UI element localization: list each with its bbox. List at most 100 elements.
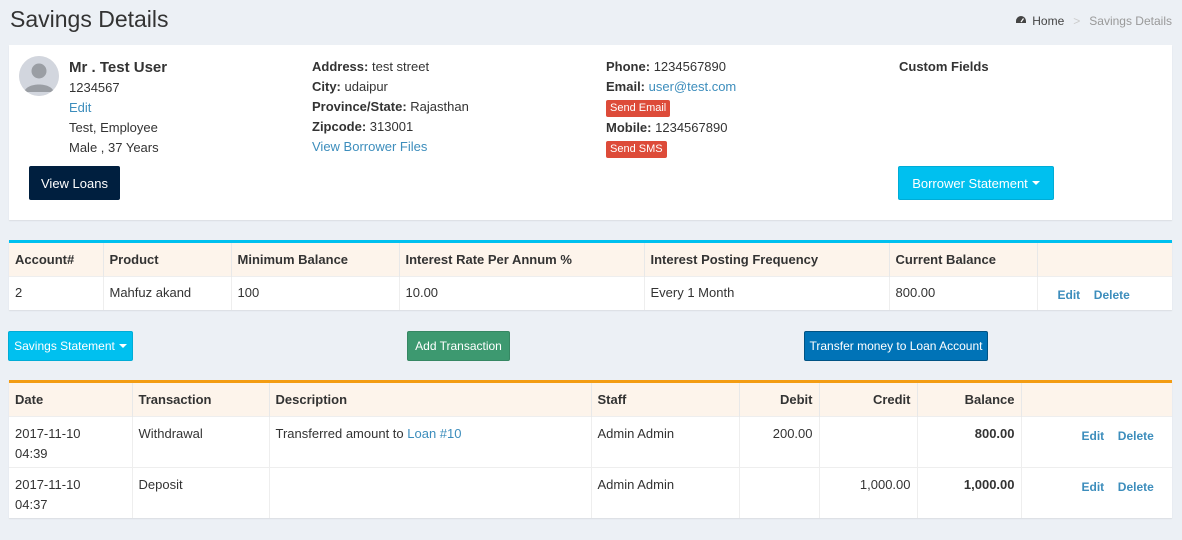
edit-transaction-link[interactable]: Edit (1082, 480, 1105, 494)
send-email-button[interactable]: Send Email (606, 100, 671, 117)
column-header: Current Balance (889, 243, 1038, 276)
breadcrumb-home-label: Home (1032, 14, 1065, 28)
view-loans-button[interactable]: View Loans (29, 166, 120, 200)
column-header-description: Description (269, 383, 592, 416)
column-header-date: Date (9, 383, 133, 416)
table-header-row: Date Transaction Description Staff Debit… (9, 383, 1172, 416)
borrower-statement-button[interactable]: Borrower Statement (898, 166, 1054, 200)
caret-down-icon (118, 344, 127, 348)
custom-fields-label: Custom Fields (899, 59, 989, 74)
borrower-statement-label: Borrower Statement (912, 175, 1028, 191)
table-row: 2017-11-10 04:39 Withdrawal Transferred a… (9, 415, 1172, 467)
savings-account-box: Account# Product Minimum Balance Interes… (9, 240, 1172, 310)
column-header: Interest Rate Per Annum % (399, 243, 645, 276)
avatar (19, 56, 59, 96)
transaction-staff: Admin Admin (591, 466, 740, 518)
column-header-balance: Balance (917, 383, 1022, 416)
breadcrumb-separator: > (1073, 14, 1081, 28)
view-borrower-files-link[interactable]: View Borrower Files (312, 139, 427, 154)
savings-statement-button[interactable]: Savings Statement (8, 331, 133, 361)
delete-transaction-link[interactable]: Delete (1118, 429, 1154, 443)
add-transaction-button[interactable]: Add Transaction (407, 331, 510, 361)
transaction-credit (819, 415, 918, 467)
address-label: Address: (312, 59, 369, 74)
transactions-box: Date Transaction Description Staff Debit… (9, 380, 1172, 518)
column-header-actions (1021, 383, 1172, 416)
column-header-actions (1037, 243, 1172, 276)
savings-statement-label: Savings Statement (14, 339, 115, 353)
delete-account-link[interactable]: Delete (1094, 288, 1130, 302)
current-balance: 800.00 (889, 275, 1038, 310)
interest-rate: 10.00 (399, 275, 645, 310)
column-header: Minimum Balance (231, 243, 400, 276)
zipcode-value: 313001 (369, 119, 414, 134)
phone-value: 1234567890 (653, 59, 726, 74)
transaction-description (269, 466, 592, 518)
breadcrumb-home[interactable]: Home (1015, 14, 1064, 28)
row-actions: Edit Delete (1021, 415, 1172, 467)
table-row: 2017-11-10 04:37 Deposit Admin Admin 1,00… (9, 466, 1172, 518)
city-label: City: (312, 79, 341, 94)
custom-fields: Custom Fields (899, 57, 989, 77)
transfer-to-loan-button[interactable]: Transfer money to Loan Account (804, 331, 988, 361)
province-value: Rajasthan (410, 99, 469, 114)
breadcrumb-current: Savings Details (1089, 14, 1172, 28)
account-number: 2 (9, 275, 104, 310)
borrower-identity: Mr . Test User 1234567 Edit Test, Employ… (69, 57, 167, 158)
delete-transaction-link[interactable]: Delete (1118, 480, 1154, 494)
column-header: Account# (9, 243, 104, 276)
transaction-debit (739, 466, 820, 518)
edit-transaction-link[interactable]: Edit (1082, 429, 1105, 443)
borrower-type: Test, Employee (69, 120, 158, 135)
province-label: Province/State: (312, 99, 407, 114)
table-row: 2 Mahfuz akand 100 10.00 Every 1 Month 8… (9, 275, 1172, 310)
column-header-debit: Debit (739, 383, 820, 416)
transactions-table: Date Transaction Description Staff Debit… (9, 383, 1172, 518)
transaction-description: Transferred amount to Loan #10 (269, 415, 592, 467)
phone-label: Phone: (606, 59, 651, 74)
address-value: test street (371, 59, 430, 74)
transaction-date: 2017-11-10 04:39 (9, 415, 133, 467)
mobile-value: 1234567890 (655, 120, 728, 135)
table-header-row: Account# Product Minimum Balance Interes… (9, 243, 1172, 276)
column-header: Interest Posting Frequency (644, 243, 890, 276)
posting-frequency: Every 1 Month (644, 275, 890, 310)
transaction-type: Withdrawal (132, 415, 270, 467)
savings-account-table: Account# Product Minimum Balance Interes… (9, 243, 1172, 310)
transaction-debit: 200.00 (739, 415, 820, 467)
minimum-balance: 100 (231, 275, 400, 310)
page-title: Savings Details (10, 6, 169, 32)
email-label: Email: (606, 79, 646, 94)
add-transaction-label: Add Transaction (415, 339, 502, 353)
loan-link[interactable]: Loan #10 (407, 426, 461, 441)
column-header-credit: Credit (819, 383, 918, 416)
city-value: udaipur (344, 79, 388, 94)
breadcrumb: Home > Savings Details (1015, 14, 1172, 28)
product-name: Mahfuz akand (103, 275, 232, 310)
borrower-name: Mr . Test User (69, 59, 168, 76)
transaction-balance: 1,000.00 (917, 466, 1022, 518)
borrower-address: Address: test street City: udaipur Provi… (312, 57, 469, 157)
column-header: Product (103, 243, 232, 276)
transaction-type: Deposit (132, 466, 270, 518)
transaction-date: 2017-11-10 04:37 (9, 466, 133, 518)
email-link[interactable]: user@test.com (649, 79, 737, 94)
edit-account-link[interactable]: Edit (1058, 288, 1081, 302)
column-header-transaction: Transaction (132, 383, 270, 416)
dashboard-icon (1015, 14, 1027, 28)
zipcode-label: Zipcode: (312, 119, 367, 134)
row-actions: Edit Delete (1021, 466, 1172, 518)
user-avatar-icon (19, 56, 59, 96)
transaction-staff: Admin Admin (591, 415, 740, 467)
borrower-contact: Phone: 1234567890 Email: user@test.com S… (606, 57, 736, 159)
borrower-profile-box: Mr . Test User 1234567 Edit Test, Employ… (9, 45, 1172, 220)
column-header-staff: Staff (591, 383, 740, 416)
edit-borrower-link[interactable]: Edit (69, 100, 91, 115)
row-actions: Edit Delete (1037, 275, 1172, 310)
view-loans-label: View Loans (41, 175, 108, 191)
transaction-balance: 800.00 (917, 415, 1022, 467)
borrower-gender-age: Male , 37 Years (69, 140, 159, 155)
send-sms-button[interactable]: Send SMS (606, 141, 667, 158)
transaction-credit: 1,000.00 (819, 466, 918, 518)
borrower-id: 1234567 (69, 80, 120, 95)
